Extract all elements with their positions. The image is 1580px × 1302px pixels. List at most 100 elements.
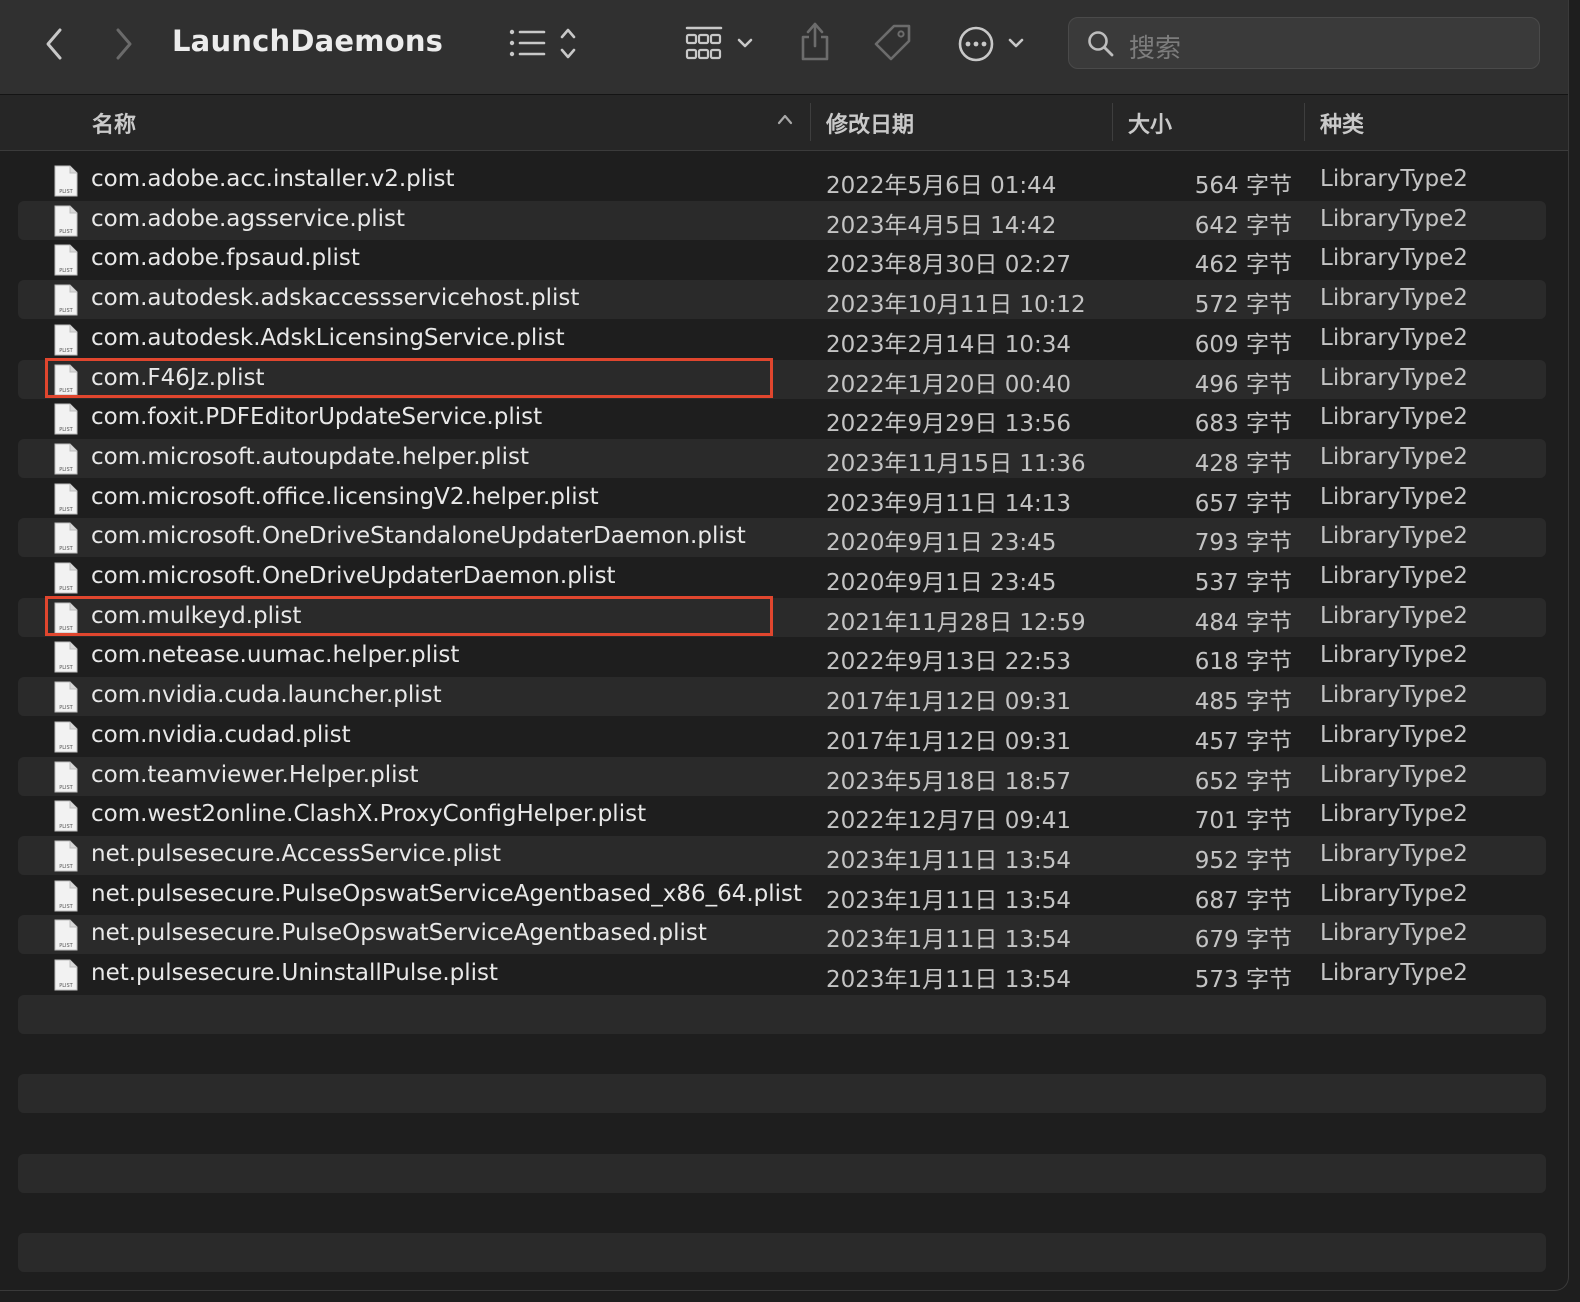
column-kind-header[interactable]: 种类 (1320, 107, 1364, 139)
file-modified-date: 2023年2月14日 10:34 (826, 332, 1072, 358)
file-row[interactable]: PLIST net.pulsesecure.PulseOpswatServiceA… (18, 915, 1546, 954)
share-icon (801, 22, 829, 61)
more-actions-button[interactable] (956, 24, 1028, 64)
svg-text:PLIST: PLIST (59, 229, 73, 235)
file-modified-date: 2023年1月11日 13:54 (826, 927, 1072, 953)
column-date-header[interactable]: 修改日期 (826, 107, 914, 139)
plist-file-icon: PLIST (54, 443, 78, 479)
file-kind: LibraryType2 (1320, 722, 1468, 748)
plist-file-icon: PLIST (54, 522, 78, 558)
column-divider[interactable] (1304, 103, 1305, 141)
file-name: com.autodesk.AdskLicensingService.plist (91, 325, 565, 351)
file-kind: LibraryType2 (1320, 166, 1468, 192)
file-row[interactable]: PLIST com.F46Jz.plist 2022年1月20日 00:40 496 … (18, 358, 1546, 399)
file-row[interactable]: PLIST com.netease.uumac.helper.plist 2022年… (18, 637, 1546, 676)
file-size: 572 字节 (1194, 292, 1292, 318)
file-modified-date: 2022年12月7日 09:41 (826, 808, 1072, 834)
file-modified-date: 2020年9月1日 23:45 (826, 570, 1057, 596)
file-modified-date: 2023年1月11日 13:54 (826, 967, 1072, 993)
file-row[interactable]: PLIST net.pulsesecure.AccessService.plist… (18, 836, 1546, 875)
svg-text:PLIST: PLIST (59, 427, 73, 433)
file-row[interactable]: PLIST com.microsoft.OneDriveStandaloneUpd… (18, 518, 1546, 557)
plist-file-icon: PLIST (54, 681, 78, 717)
svg-text:PLIST: PLIST (59, 983, 73, 989)
file-size: 484 字节 (1194, 610, 1292, 636)
column-divider[interactable] (810, 103, 811, 141)
file-kind: LibraryType2 (1320, 603, 1468, 629)
svg-text:PLIST: PLIST (59, 467, 73, 473)
svg-text:PLIST: PLIST (59, 507, 73, 513)
file-kind: LibraryType2 (1320, 404, 1468, 430)
file-row[interactable]: PLIST com.adobe.fpsaud.plist 2023年8月30日 02… (18, 240, 1546, 279)
share-button[interactable] (798, 20, 832, 62)
file-name: com.microsoft.OneDriveUpdaterDaemon.plis… (91, 563, 616, 589)
file-row[interactable]: PLIST net.pulsesecure.UninstallPulse.plis… (18, 955, 1546, 994)
file-kind: LibraryType2 (1320, 365, 1468, 391)
file-modified-date: 2021年11月28日 12:59 (826, 610, 1086, 636)
grid-group-icon (685, 26, 753, 60)
file-size: 564 字节 (1194, 173, 1292, 199)
file-name: com.microsoft.office.licensingV2.helper.… (91, 484, 599, 510)
file-name: net.pulsesecure.PulseOpswatServiceAgentb… (91, 881, 803, 907)
svg-text:PLIST: PLIST (59, 943, 73, 949)
file-row[interactable]: PLIST com.mulkeyd.plist 2021年11月28日 12:59 4… (18, 596, 1546, 637)
file-size: 618 字节 (1194, 649, 1292, 675)
file-modified-date: 2023年5月18日 18:57 (826, 769, 1072, 795)
tag-icon (874, 24, 911, 61)
file-name: com.netease.uumac.helper.plist (91, 642, 460, 668)
file-row[interactable]: PLIST com.adobe.agsservice.plist 2023年4月5日… (18, 201, 1546, 240)
file-modified-date: 2023年1月11日 13:54 (826, 888, 1072, 914)
column-name-header[interactable]: 名称 (92, 107, 136, 139)
file-modified-date: 2023年11月15日 11:36 (826, 451, 1086, 477)
file-name: net.pulsesecure.PulseOpswatServiceAgentb… (91, 920, 707, 946)
plist-file-icon: PLIST (54, 641, 78, 677)
plist-file-icon: PLIST (54, 959, 78, 995)
group-button[interactable] (684, 24, 760, 64)
file-row[interactable]: PLIST com.microsoft.autoupdate.helper.pli… (18, 439, 1546, 478)
file-size: 952 字节 (1194, 848, 1292, 874)
empty-row (18, 1074, 1546, 1113)
svg-text:PLIST: PLIST (59, 785, 73, 791)
file-row[interactable]: PLIST com.foxit.PDFEditorUpdateService.pl… (18, 399, 1546, 438)
plist-file-icon: PLIST (54, 205, 78, 241)
file-row[interactable]: PLIST com.microsoft.OneDriveUpdaterDaemon… (18, 558, 1546, 597)
forward-button[interactable] (108, 24, 140, 64)
svg-text:PLIST: PLIST (59, 348, 73, 354)
tag-button[interactable] (872, 22, 914, 64)
file-kind: LibraryType2 (1320, 245, 1468, 271)
toolbar: LaunchDaemons 搜索 (0, 0, 1568, 95)
file-row[interactable]: PLIST com.west2online.ClashX.ProxyConfigH… (18, 796, 1546, 835)
file-size: 485 字节 (1194, 689, 1292, 715)
file-size: 793 字节 (1194, 530, 1292, 556)
view-options-button[interactable] (506, 26, 586, 62)
chevron-right-icon (116, 28, 132, 60)
file-modified-date: 2022年9月13日 22:53 (826, 649, 1072, 675)
plist-file-icon: PLIST (54, 244, 78, 280)
file-modified-date: 2022年5月6日 01:44 (826, 173, 1057, 199)
file-size: 428 字节 (1194, 451, 1292, 477)
file-row[interactable]: PLIST com.nvidia.cudad.plist 2017年1月12日 09… (18, 717, 1546, 756)
svg-text:PLIST: PLIST (59, 586, 73, 592)
column-divider[interactable] (1112, 103, 1113, 141)
file-size: 701 字节 (1194, 808, 1292, 834)
file-row[interactable]: PLIST com.teamviewer.Helper.plist 2023年5月1… (18, 757, 1546, 796)
search-field[interactable]: 搜索 (1068, 17, 1540, 69)
svg-text:PLIST: PLIST (59, 904, 73, 910)
file-size: 687 字节 (1194, 888, 1292, 914)
file-row[interactable]: PLIST com.nvidia.cuda.launcher.plist 2017年… (18, 677, 1546, 716)
file-row[interactable]: PLIST com.microsoft.office.licensingV2.he… (18, 479, 1546, 518)
file-row[interactable]: PLIST com.autodesk.AdskLicensingService.p… (18, 320, 1546, 359)
file-name: com.west2online.ClashX.ProxyConfigHelper… (91, 801, 647, 827)
back-button[interactable] (38, 24, 70, 64)
file-row[interactable]: PLIST com.autodesk.adskaccessservicehost.… (18, 280, 1546, 319)
file-row[interactable]: PLIST com.adobe.acc.installer.v2.plist 202… (18, 161, 1546, 200)
plist-file-icon: PLIST (54, 165, 78, 201)
file-row[interactable]: PLIST net.pulsesecure.PulseOpswatServiceA… (18, 876, 1546, 915)
svg-text:PLIST: PLIST (59, 665, 73, 671)
file-modified-date: 2017年1月12日 09:31 (826, 729, 1072, 755)
search-placeholder: 搜索 (1129, 34, 1182, 64)
file-size: 609 字节 (1194, 332, 1292, 358)
svg-text:PLIST: PLIST (59, 824, 73, 830)
chevron-left-icon (46, 28, 62, 60)
column-size-header[interactable]: 大小 (1128, 107, 1172, 139)
